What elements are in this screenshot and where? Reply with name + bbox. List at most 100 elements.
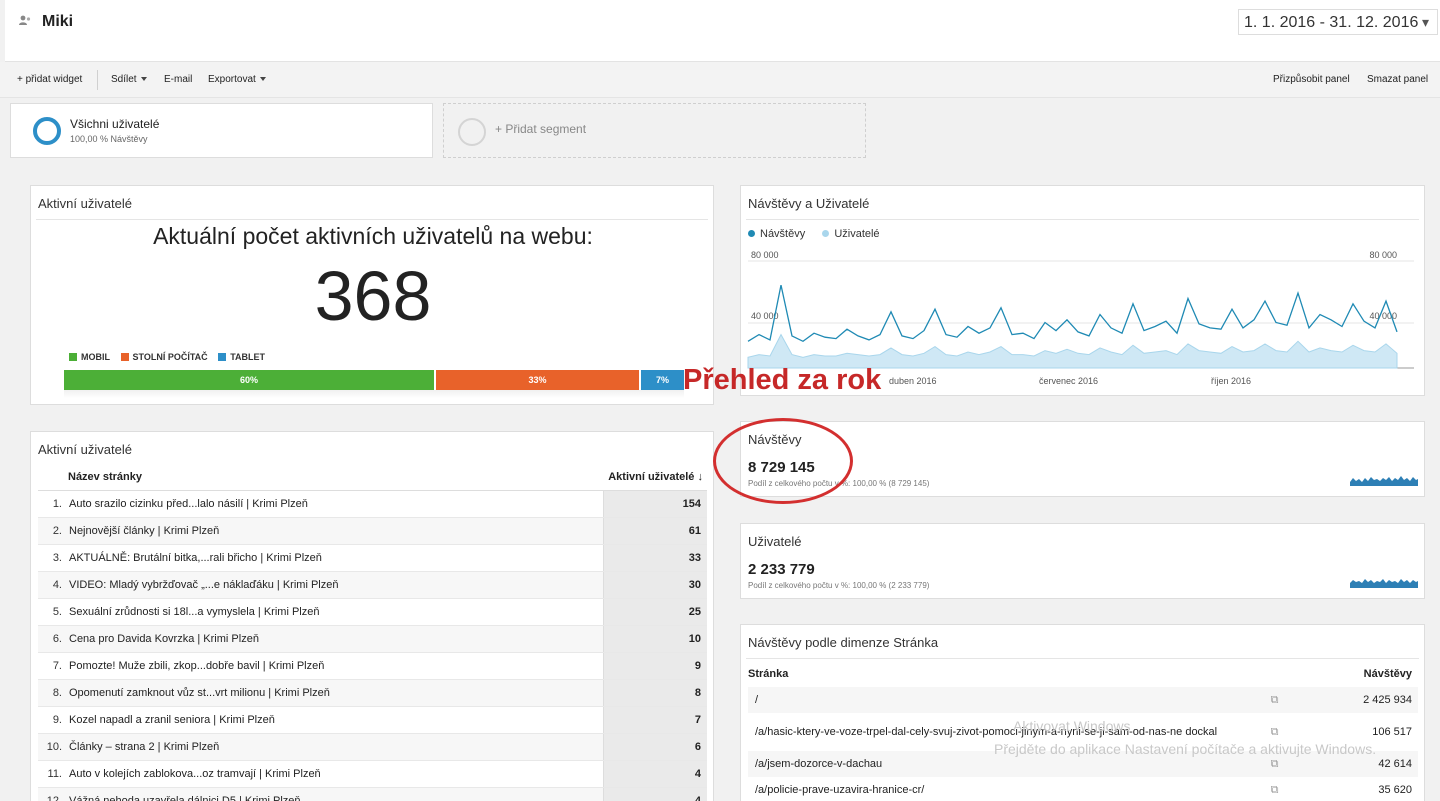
row-page-title[interactable]: Vážná nehoda uzavřela dálnici D5 | Krimi… [68,787,603,801]
users-total: 2 233 779 [748,561,815,578]
table-row[interactable]: / ⧉ 2 425 934 [748,687,1418,713]
column-header-visits[interactable]: Návštěvy [1289,661,1418,687]
legend-label: Uživatelé [834,228,880,240]
row-page-title[interactable]: Auto srazilo cizinku před...lalo násilí … [68,490,603,518]
external-link-icon[interactable]: ⧉ [1253,687,1289,713]
dashboard-header: Miki 1. 1. 2016 - 31. 12. 2016 ▾ [5,0,1440,62]
y-tick-right-top: 80 000 [1369,250,1397,260]
table-row[interactable]: /a/policie-prave-uzavira-hranice-cr/⧉ 35 … [748,777,1418,801]
legend-swatch [120,353,129,361]
row-index: 9. [38,706,68,734]
column-header-page[interactable]: Stránka [748,661,1253,687]
export-label: Exportovat [208,74,256,85]
row-page-title[interactable]: Opomenutí zamknout vůz st...vrt milionu … [68,679,603,707]
device-bar-tablet: 7% [641,370,684,390]
row-page-title[interactable]: Cena pro Davida Kovrzka | Krimi Plzeň [68,625,603,653]
active-users-count: 368 [314,257,432,335]
column-header-page[interactable]: Název stránky [68,465,603,491]
column-header-index [38,465,68,491]
column-header-active-users[interactable]: Aktivní uživatelé ↓ [603,465,707,491]
legend-item-visits: Návštěvy [748,228,805,240]
customize-dashboard-button[interactable]: Přizpůsobit panel [1273,74,1350,85]
row-active-users: 8 [602,679,707,707]
row-active-users: 30 [602,571,707,599]
dropdown-caret-icon [140,77,147,82]
row-index: 6. [38,625,68,653]
row-page-title[interactable]: AKTUÁLNĚ: Brutální bitka,...rali břicho … [68,544,603,572]
table-header-row: Stránka Návštěvy [748,661,1418,687]
series-layer [747,284,1398,369]
export-button[interactable]: Exportovat [208,74,266,85]
row-page-path[interactable]: / [748,687,1254,713]
table-row[interactable]: 12. Vážná nehoda uzavřela dálnici D5 | Kr… [38,787,707,801]
row-page-path[interactable]: /a/policie-prave-uzavira-hranice-cr/ [748,777,1253,801]
legend-label: STOLNÍ POČÍTAČ [132,352,208,362]
share-label: Sdílet [111,74,137,85]
dropdown-caret-icon [259,77,266,82]
table-row[interactable]: 2. Nejnovější články | Krimi Plzeň 61 [38,517,707,545]
table-row[interactable]: 10. Články – strana 2 | Krimi Plzeň 6 [38,733,707,761]
row-active-users: 10 [602,625,707,653]
segment-name: Všichni uživatelé [70,117,160,131]
row-page-title[interactable]: Články – strana 2 | Krimi Plzeň [68,733,603,761]
share-button[interactable]: Sdílet [111,74,147,85]
row-page-title[interactable]: Pomozte! Muže zbili, zkop...dobře bavil … [68,652,603,680]
table-row[interactable]: 5. Sexuální zrůdnosti si 18l...a vymyslel… [38,598,707,626]
table-row[interactable]: 1. Auto srazilo cizinku před...lalo násil… [38,490,707,518]
table-row[interactable]: 8. Opomenutí zamknout vůz st...vrt milion… [38,679,707,707]
row-active-users: 6 [602,733,707,761]
row-page-title[interactable]: Auto v kolejích zablokova...oz tramvají … [68,760,603,788]
row-page-title[interactable]: Kozel napadl a zranil seniora | Krimi Pl… [68,706,603,734]
table-row[interactable]: 9. Kozel napadl a zranil seniora | Krimi … [38,706,707,734]
external-link-icon[interactable]: ⧉ [1253,777,1288,801]
dashboard-title: Miki [42,13,74,30]
legend-dot [822,230,830,237]
active-pages-widget: Aktivní uživatelé Název stránky Aktivní … [30,431,714,801]
watermark-line-2: Přejděte do aplikace Nastavení počítače … [994,741,1377,757]
table-row[interactable]: 4. VIDEO: Mladý vybržďovač „...e náklaďák… [38,571,707,599]
row-index: 5. [38,598,68,626]
bar-shadow [64,390,684,398]
row-page-title[interactable]: VIDEO: Mladý vybržďovač „...e náklaďáku … [68,571,603,599]
widget-title: Návštěvy a Uživatelé [748,196,870,211]
row-active-users: 9 [602,652,707,680]
dashboard-toolbar: + přidat widget Sdílet E-mail Exportovat… [0,62,1440,98]
row-index: 3. [38,544,68,572]
row-index: 4. [38,571,68,599]
active-users-headline: Aktuální počet aktivních uživatelů na we… [153,223,593,249]
row-active-users: 4 [602,787,707,801]
add-widget-button[interactable]: + přidat widget [17,74,82,85]
table-row[interactable]: 11. Auto v kolejích zablokova...oz tramva… [38,760,707,788]
table-header-row: Název stránky Aktivní uživatelé ↓ [38,465,707,491]
segment-all-users[interactable]: Všichni uživatelé 100,00 % Návštěvy [10,103,433,158]
email-button[interactable]: E-mail [164,74,192,85]
legend-dot [748,230,755,237]
x-tick-label: říjen 2016 [1211,376,1251,386]
row-page-title[interactable]: Nejnovější články | Krimi Plzeň [68,517,603,545]
table-row[interactable]: 3. AKTUÁLNĚ: Brutální bitka,...rali břich… [38,544,707,572]
legend-mobile: MOBIL [69,352,110,362]
widget-title: Uživatelé [748,534,802,549]
row-page-title[interactable]: Sexuální zrůdnosti si 18l...a vymyslela … [68,598,603,626]
annotation-circle [713,418,853,504]
add-segment-button[interactable]: + Přidat segment [443,103,866,158]
widget-divider [746,658,1419,659]
segment-share: 100,00 % Návštěvy [70,134,148,144]
delete-dashboard-button[interactable]: Smazat panel [1367,74,1428,85]
row-index: 12. [38,787,68,801]
row-active-users: 7 [602,706,707,734]
users-scorecard: Uživatelé 2 233 779 Podíl z celkového po… [740,523,1425,599]
x-tick-label: červenec 2016 [1039,376,1098,386]
row-index: 1. [38,490,68,518]
widget-title: Aktivní uživatelé [38,196,132,211]
y-tick-left-top: 80 000 [751,250,779,260]
date-range-picker[interactable]: 1. 1. 2016 - 31. 12. 2016 ▾ [1238,9,1438,35]
table-row[interactable]: 7. Pomozte! Muže zbili, zkop...dobře bavi… [38,652,707,680]
add-segment-label: + Přidat segment [495,122,587,136]
row-visits: 35 620 [1378,784,1412,796]
table-row[interactable]: 6. Cena pro Davida Kovrzka | Krimi Plzeň 1… [38,625,707,653]
device-legend: MOBIL STOLNÍ POČÍTAČ TABLET [69,352,273,362]
series-users-area [747,333,1398,369]
active-users-widget: Aktivní uživatelé Aktuální počet aktivní… [30,185,714,405]
legend-label: MOBIL [81,352,110,362]
